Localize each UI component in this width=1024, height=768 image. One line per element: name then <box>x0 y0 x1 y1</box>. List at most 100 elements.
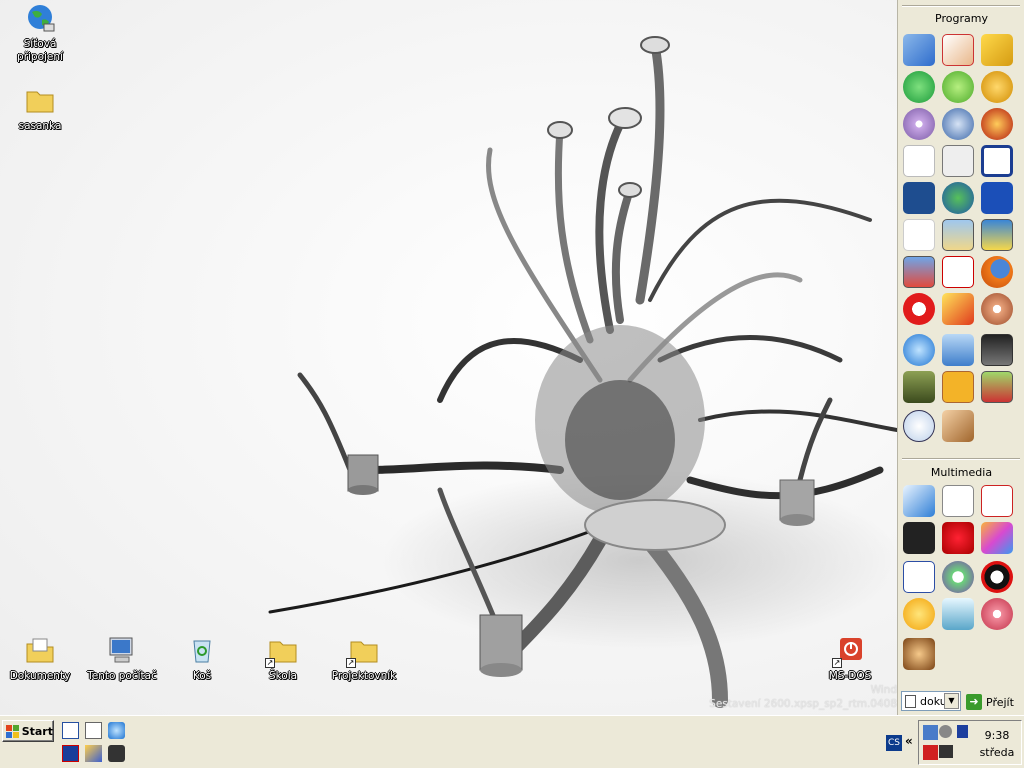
trash-app-icon[interactable] <box>942 334 974 366</box>
divider <box>902 5 1020 7</box>
projektovnik-shortcut-icon[interactable]: ↗ Projektovník <box>324 634 404 682</box>
documents-icon[interactable]: Dokumenty <box>0 634 80 682</box>
speed-app-icon[interactable] <box>942 293 974 325</box>
globe-network-icon <box>24 2 56 34</box>
nero-app-icon[interactable] <box>903 219 935 251</box>
recycle-bin-icon[interactable]: Koš <box>162 634 242 682</box>
alien-quicklaunch-icon[interactable] <box>108 745 125 762</box>
monkey-app-icon[interactable] <box>903 638 935 670</box>
b-app-icon[interactable] <box>942 371 974 403</box>
taskbar: Start CS « 9:38 středa <box>0 715 1024 768</box>
alien-app-icon[interactable] <box>903 522 935 554</box>
network-connections-label-2: připojení <box>17 51 63 63</box>
projektovnik-label: Projektovník <box>331 670 397 682</box>
lightning-app-icon[interactable] <box>942 108 974 140</box>
opera-app-icon[interactable] <box>903 293 935 325</box>
building-app-icon[interactable] <box>981 219 1013 251</box>
hand-paper-app-icon[interactable] <box>942 410 974 442</box>
power-shortcut-icon: ↗ <box>832 634 866 668</box>
language-indicator[interactable]: CS <box>886 735 902 751</box>
monitor-99-app-icon[interactable] <box>981 334 1013 366</box>
realtek-crab-app-icon[interactable] <box>903 561 935 593</box>
refresh-cd-app-icon[interactable] <box>903 334 935 366</box>
tools-app-icon[interactable] <box>981 34 1013 66</box>
eac-app-icon[interactable] <box>903 410 935 442</box>
media-player-classic-app-icon[interactable] <box>981 561 1013 593</box>
firefox-app-icon[interactable] <box>981 256 1013 288</box>
network-tray-icon[interactable] <box>923 725 938 740</box>
go-button[interactable]: ➜ Přejít <box>966 692 1014 712</box>
network-connections-label-1: Síťová <box>23 38 57 50</box>
flash-app-icon[interactable] <box>981 71 1013 103</box>
splash-app-icon[interactable] <box>942 522 974 554</box>
document-icon <box>905 695 916 708</box>
feather-app-icon[interactable] <box>903 485 935 517</box>
sasanka-folder-icon[interactable]: sasanka <box>0 84 80 132</box>
documents-folder-icon <box>24 634 56 666</box>
cd-audio-app-icon[interactable] <box>981 598 1013 630</box>
wallpaper-sculpture <box>268 36 897 708</box>
computer-icon <box>106 634 138 666</box>
dropdown-arrow-icon[interactable]: ▼ <box>944 693 959 709</box>
sound-tray-icon[interactable] <box>939 725 952 738</box>
soldier-game-icon[interactable] <box>903 371 935 403</box>
programs-group-title: Programy <box>935 12 988 25</box>
hand-cursor-app-icon[interactable] <box>942 34 974 66</box>
l-app-icon[interactable] <box>981 145 1013 177</box>
acrobat-app-icon[interactable] <box>903 145 935 177</box>
play-app-icon[interactable] <box>903 598 935 630</box>
start-button[interactable]: Start <box>2 720 54 742</box>
notepad-quicklaunch-icon[interactable] <box>85 722 102 739</box>
city-app-icon[interactable] <box>903 256 935 288</box>
windows-tiles-app-icon[interactable] <box>903 182 935 214</box>
clock-day: středa <box>979 746 1015 759</box>
start-label: Start <box>21 724 53 738</box>
multimedia-group-title: Multimedia <box>930 466 993 479</box>
3d-test-app-icon[interactable] <box>942 256 974 288</box>
shortcut-arrow-icon: ↗ <box>346 658 356 668</box>
windows-logo-icon <box>6 724 19 738</box>
firefox-dark-app-icon[interactable] <box>981 108 1013 140</box>
cd-burn-app-icon[interactable] <box>981 182 1013 214</box>
shield-player-app-icon[interactable] <box>942 561 974 593</box>
clock[interactable]: 9:38 středa <box>973 727 1021 761</box>
folder-icon <box>24 84 56 116</box>
alert-tray-icon[interactable] <box>923 745 938 760</box>
waveform-app-icon[interactable] <box>942 598 974 630</box>
my-computer-label: Tento počítač <box>87 670 157 682</box>
ie-quicklaunch-icon[interactable] <box>108 722 125 739</box>
address-combo[interactable]: doku ▼ <box>901 691 961 711</box>
sasanka-label: sasanka <box>18 120 62 132</box>
documents-label: Dokumenty <box>9 670 71 682</box>
monitor-tray-icon[interactable] <box>939 745 953 758</box>
globe-app-icon[interactable] <box>942 182 974 214</box>
folder-shortcut-icon: ↗ <box>346 634 380 668</box>
save-quicklaunch-icon[interactable] <box>62 745 79 762</box>
dancer-app-icon[interactable] <box>942 485 974 517</box>
arrow-red-app-icon[interactable] <box>981 485 1013 517</box>
address-value: doku <box>920 695 947 708</box>
media-quicklaunch-icon[interactable] <box>85 745 102 762</box>
info-panel-app-icon[interactable] <box>942 219 974 251</box>
cd-app-icon[interactable] <box>903 108 935 140</box>
clock-time: 9:38 <box>984 729 1010 742</box>
shortcut-arrow-icon: ↗ <box>265 658 275 668</box>
disk-utility-app-icon[interactable] <box>942 145 974 177</box>
house-app-icon[interactable] <box>981 371 1013 403</box>
launcher-sidebar: Programy Multimedia <box>897 0 1024 715</box>
word-quicklaunch-icon[interactable] <box>62 722 79 739</box>
device-tray-icon[interactable] <box>957 725 968 738</box>
dreamweaver-app-icon[interactable] <box>942 71 974 103</box>
desktop: Síťová připojení sasanka Dokumenty Tento… <box>0 0 897 715</box>
ms-dos-shortcut-icon[interactable]: ↗ MS-DOS <box>810 634 890 682</box>
network-connections-icon[interactable]: Síťová připojení <box>0 2 80 63</box>
skola-shortcut-icon[interactable]: ↗ Škola <box>243 634 323 682</box>
os-watermark-line2: Sestavení 2600.xpsp_sp2_rtm.0408 <box>709 698 897 710</box>
network-app-icon[interactable] <box>903 34 935 66</box>
cd-60-app-icon[interactable] <box>981 293 1013 325</box>
go-label: Přejít <box>986 695 1014 709</box>
flower-app-icon[interactable] <box>981 522 1013 554</box>
tray-expand-chevron[interactable]: « <box>905 734 913 748</box>
my-computer-icon[interactable]: Tento počítač <box>82 634 162 682</box>
ie-green-app-icon[interactable] <box>903 71 935 103</box>
